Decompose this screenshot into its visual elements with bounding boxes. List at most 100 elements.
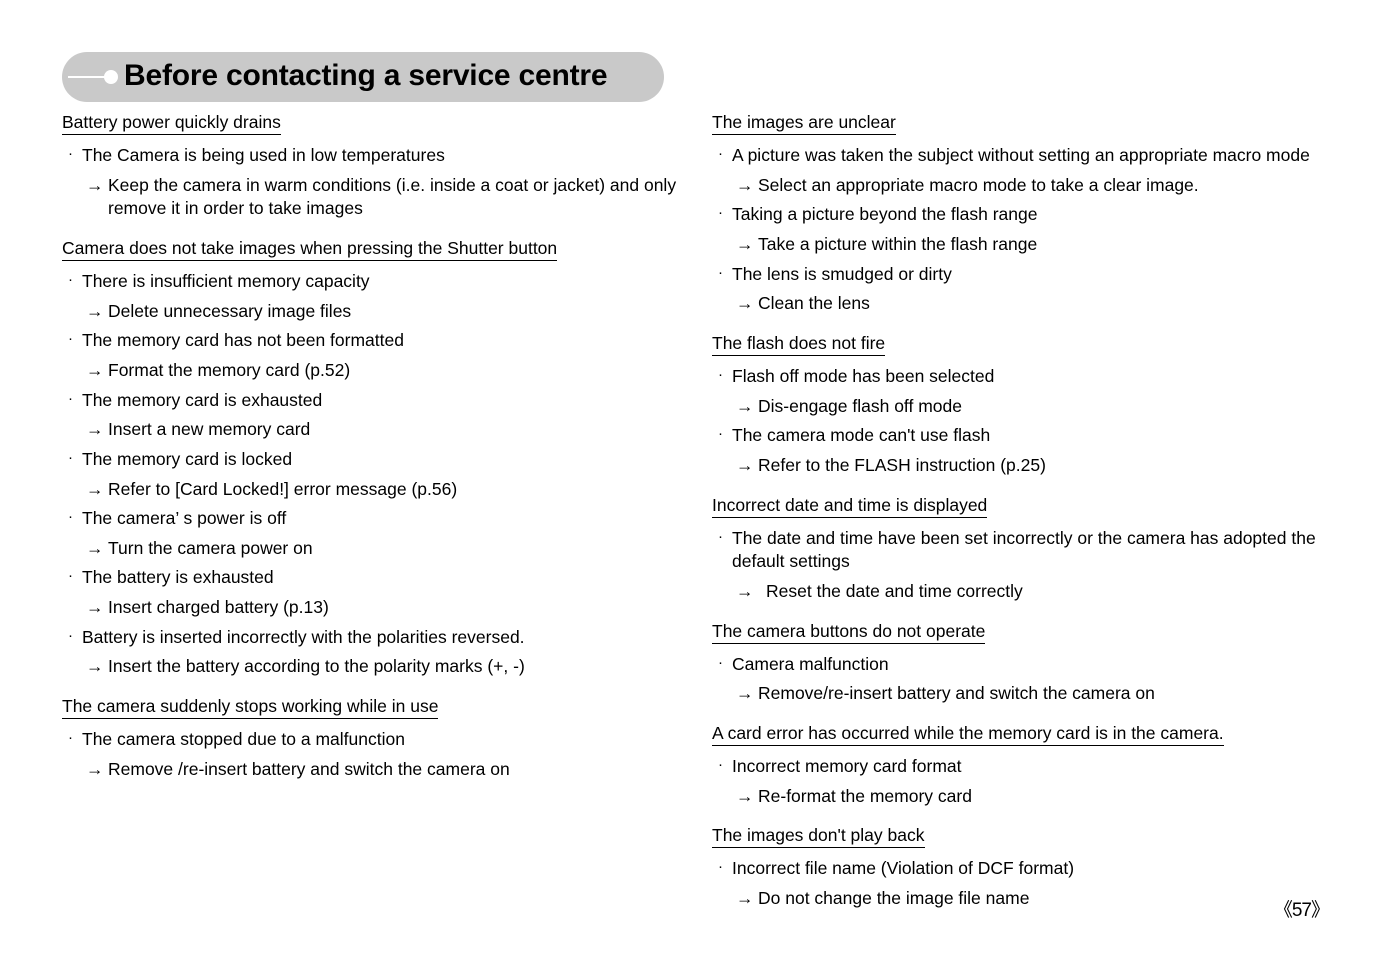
cause-item: · There is insufficient memory capacity <box>62 270 682 294</box>
cause-text: Flash off mode has been selected <box>732 366 995 386</box>
troubleshooting-section: A card error has occurred while the memo… <box>712 723 1332 808</box>
arrow-icon: → <box>86 478 104 499</box>
bullet-icon: · <box>68 508 73 526</box>
remedy-text: Keep the camera in warm conditions (i.e.… <box>108 174 677 219</box>
bullet-icon: · <box>68 145 73 163</box>
remedy-item: → Select an appropriate macro mode to tak… <box>712 174 1332 198</box>
troubleshooting-section: The flash does not fire · Flash off mode h… <box>712 333 1332 478</box>
remedy-item: → Insert a new memory card <box>62 418 682 442</box>
arrow-icon: → <box>86 537 104 558</box>
bullet-icon: · <box>68 271 73 289</box>
arrow-icon: → <box>736 785 754 806</box>
arrow-icon: → <box>86 360 104 380</box>
cause-text: The lens is smudged or dirty <box>732 263 952 284</box>
remedy-item: → Take a picture within the flash range <box>712 233 1332 257</box>
bullet-icon: · <box>68 567 73 585</box>
cause-text: Battery is inserted incorrectly with the… <box>82 626 525 647</box>
remedy-item: → Insert the battery according to the pol… <box>62 655 682 679</box>
section-heading: The camera suddenly stops working while … <box>62 696 439 719</box>
remedy-item: → Refer to the FLASH instruction (p.25) <box>712 454 1332 478</box>
section-heading: The camera buttons do not operate <box>712 621 986 644</box>
cause-item: · The lens is smudged or dirty <box>712 263 1332 287</box>
bullet-icon: · <box>718 366 723 383</box>
arrow-icon: → <box>86 174 104 195</box>
remedy-item: → Dis-engage flash off mode <box>712 395 1332 419</box>
remedy-text: Remove/re-insert battery and switch the … <box>758 683 1155 704</box>
cause-text: The date and time have been set incorrec… <box>732 527 1316 572</box>
bullet-icon: · <box>718 756 723 773</box>
cause-item: · Camera malfunction <box>712 653 1332 677</box>
arrow-icon: → <box>736 580 754 601</box>
bullet-icon: · <box>68 729 73 746</box>
remedy-item: → Delete unnecessary image files <box>62 300 682 324</box>
cause-item: · The date and time have been set incorre… <box>712 527 1332 574</box>
remedy-text: Dis-engage flash off mode <box>758 395 962 416</box>
remedy-item: → Refer to [Card Locked!] error message (… <box>62 478 682 502</box>
troubleshooting-section: Camera does not take images when pressin… <box>62 238 682 679</box>
cause-text: The Camera is being used in low temperat… <box>82 145 445 166</box>
remedy-text: Delete unnecessary image files <box>108 300 352 321</box>
remedy-text: Take a picture within the flash range <box>758 234 1038 254</box>
marker-dot <box>104 70 118 84</box>
bullet-icon: · <box>718 263 723 281</box>
line-dot-marker-icon <box>68 67 124 87</box>
section-heading: Camera does not take images when pressin… <box>62 238 558 262</box>
cause-item: · Incorrect file name (Violation of DCF f… <box>712 857 1332 881</box>
cause-text: The memory card is locked <box>82 448 293 469</box>
troubleshooting-section: The camera suddenly stops working while … <box>62 696 682 781</box>
arrow-icon: → <box>736 174 754 195</box>
bullet-icon: · <box>68 448 73 466</box>
page-number: 《57》 <box>1273 900 1330 921</box>
cause-text: Incorrect memory card format <box>732 756 962 776</box>
bullet-icon: · <box>68 330 73 348</box>
remedy-item: → Format the memory card (p.52) <box>62 359 682 383</box>
arrow-icon: → <box>736 234 754 254</box>
bullet-icon: · <box>718 145 723 163</box>
cause-item: · The camera mode can't use flash <box>712 424 1332 448</box>
cause-text: The camera mode can't use flash <box>732 425 991 446</box>
bullet-icon: · <box>718 858 723 876</box>
cause-text: The battery is exhausted <box>82 567 274 588</box>
arrow-icon: → <box>736 395 754 416</box>
arrow-icon: → <box>86 419 104 440</box>
remedy-item: → Re-format the memory card <box>712 785 1332 809</box>
cause-item: · The camera stopped due to a malfunction <box>62 728 682 752</box>
cause-item: · The Camera is being used in low tempera… <box>62 144 682 168</box>
troubleshooting-section: The images are unclear · A picture was tak… <box>712 112 1332 316</box>
remedy-text: Do not change the image file name <box>758 888 1030 908</box>
cause-text: Camera malfunction <box>732 653 889 674</box>
arrow-icon: → <box>736 454 754 475</box>
remedy-item: → Clean the lens <box>712 292 1332 316</box>
troubleshooting-section: Incorrect date and time is displayed · The… <box>712 495 1332 604</box>
troubleshooting-section: The camera buttons do not operate · Camera… <box>712 621 1332 706</box>
cause-text: A picture was taken the subject without … <box>732 145 1310 166</box>
bullet-icon: · <box>718 527 723 545</box>
cause-text: Taking a picture beyond the flash range <box>732 204 1038 225</box>
cause-item: · Flash off mode has been selected <box>712 365 1332 389</box>
cause-item: · The camera’ s power is off <box>62 507 682 531</box>
remedy-text: Insert a new memory card <box>108 419 311 440</box>
remedy-text: Refer to the FLASH instruction (p.25) <box>758 454 1046 475</box>
section-heading: The images are unclear <box>712 112 896 136</box>
remedy-text: Format the memory card (p.52) <box>108 360 351 380</box>
section-heading: A card error has occurred while the memo… <box>712 723 1224 746</box>
cause-text: The memory card is exhausted <box>82 389 323 410</box>
remedy-item: → Insert charged battery (p.13) <box>62 596 682 620</box>
arrow-icon: → <box>736 683 754 704</box>
cause-item: · A picture was taken the subject without… <box>712 144 1332 168</box>
arrow-icon: → <box>86 300 104 321</box>
remedy-text: Remove /re-insert battery and switch the… <box>108 758 510 779</box>
remedy-text: Select an appropriate macro mode to take… <box>758 174 1199 195</box>
cause-text: The memory card has not been formatted <box>82 330 404 351</box>
remedy-text: Insert the battery according to the pola… <box>108 656 525 677</box>
remedy-text: Reset the date and time correctly <box>766 580 1023 601</box>
remedy-text: Re-format the memory card <box>758 785 972 806</box>
cause-text: Incorrect file name (Violation of DCF fo… <box>732 858 1075 879</box>
page-title: Before contacting a service centre <box>124 59 608 92</box>
arrow-icon: → <box>736 293 754 314</box>
cause-text: The camera’ s power is off <box>82 508 287 529</box>
cause-item: · Incorrect memory card format <box>712 755 1332 779</box>
bullet-icon: · <box>718 204 723 222</box>
cause-item: · The battery is exhausted <box>62 566 682 590</box>
arrow-icon: → <box>86 656 104 677</box>
